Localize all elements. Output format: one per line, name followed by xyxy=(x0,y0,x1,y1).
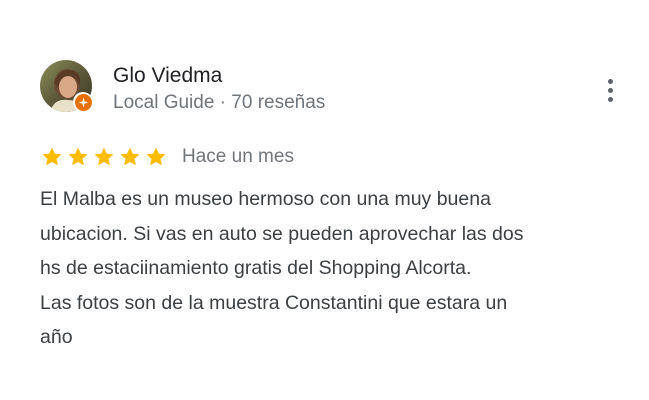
rating-row: Hace un mes xyxy=(40,144,294,170)
review-text-line: año xyxy=(40,326,73,348)
more-vert-icon-dot xyxy=(607,96,613,102)
review-text: El Malba es un museo hermoso con una muy… xyxy=(40,182,625,355)
more-vert-icon xyxy=(607,78,613,84)
review-text-line: Las fotos son de la muestra Constantini … xyxy=(40,291,508,314)
reviewer-meta[interactable]: Local Guide · 70 reseñas xyxy=(113,91,325,115)
avatar[interactable] xyxy=(40,60,93,112)
review-card: Glo Viedma Local Guide · 70 reseñas Hace… xyxy=(0,0,649,400)
local-guide-badge-icon xyxy=(73,92,93,112)
star-icon xyxy=(94,147,114,166)
star-icon xyxy=(42,147,62,166)
review-text-line: ubicacion. Si vas en auto se pueden apro… xyxy=(40,222,524,245)
review-text-line: El Malba es un museo hermoso con una muy… xyxy=(40,188,491,210)
more-options-button[interactable] xyxy=(596,74,624,106)
star-icon xyxy=(146,147,166,166)
review-date: Hace un mes xyxy=(182,146,294,167)
more-vert-icon-dot xyxy=(607,87,613,93)
reviewer-name[interactable]: Glo Viedma xyxy=(113,63,222,89)
star-icon xyxy=(120,147,140,166)
star-rating xyxy=(40,145,168,169)
review-text-line: hs de estaciinamiento gratis del Shoppin… xyxy=(40,257,472,279)
star-icon xyxy=(68,147,88,166)
